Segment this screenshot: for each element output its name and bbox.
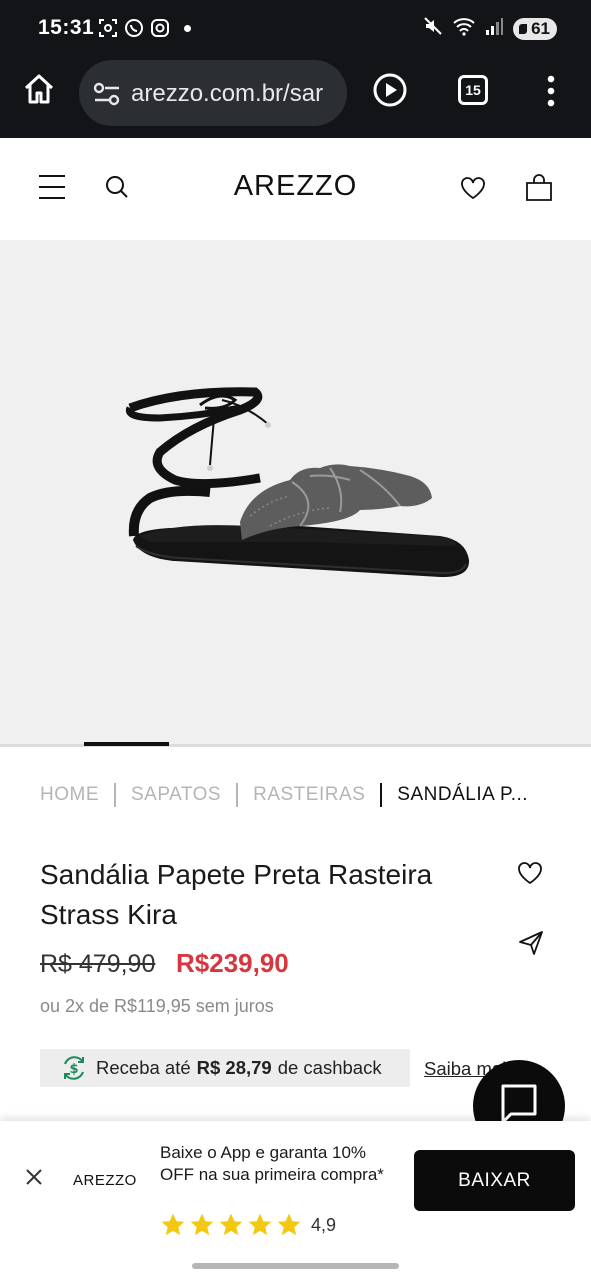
- play-icon[interactable]: [373, 73, 407, 107]
- status-time: 15:31: [38, 16, 95, 39]
- star-icon: [161, 1213, 185, 1236]
- svg-text:$: $: [69, 1062, 78, 1077]
- url-text: arezzo.com.br/sar: [131, 80, 324, 107]
- app-rating: 4,9: [160, 1212, 336, 1238]
- star-icon: [248, 1213, 272, 1236]
- signal-icon: [485, 16, 504, 41]
- browser-toolbar: arezzo.com.br/sar 15: [0, 56, 591, 138]
- breadcrumb-current: SANDÁLIA P...: [397, 784, 529, 805]
- site-logo[interactable]: AREZZO: [0, 170, 591, 203]
- cashback-icon: $: [60, 1054, 88, 1082]
- installments-text: ou 2x de R$119,95 sem juros: [40, 996, 274, 1016]
- carousel-progress-indicator: [84, 742, 169, 746]
- favorite-icon[interactable]: [517, 861, 543, 885]
- cashback-banner: $ Receba até R$ 28,79 de cashback: [40, 1049, 410, 1087]
- breadcrumb-separator: [380, 783, 383, 807]
- breadcrumb-sapatos[interactable]: SAPATOS: [131, 784, 221, 806]
- breadcrumb-rasteiras[interactable]: RASTEIRAS: [253, 784, 365, 806]
- notification-icons: [98, 18, 170, 38]
- sandal-image: [125, 387, 470, 578]
- wishlist-icon[interactable]: [460, 176, 486, 200]
- shopping-bag-icon[interactable]: [525, 174, 553, 202]
- screenshot-icon: [98, 18, 118, 38]
- browser-menu-icon[interactable]: [544, 74, 558, 108]
- tab-switcher-button[interactable]: 15: [458, 75, 488, 105]
- star-icon: [190, 1213, 214, 1236]
- banner-promo-text: Baixe o App e garanta 10% OFF na sua pri…: [160, 1143, 384, 1184]
- product-image[interactable]: [0, 240, 591, 744]
- sale-price: R$239,90: [176, 948, 289, 978]
- product-title: Sandália Papete Preta Rasteira Strass Ki…: [40, 859, 433, 930]
- close-icon[interactable]: [24, 1167, 44, 1187]
- breadcrumb: HOME SAPATOS RASTEIRAS SANDÁLIA P...: [40, 783, 528, 807]
- original-price: R$ 479,90: [40, 950, 156, 978]
- breadcrumb-home[interactable]: HOME: [40, 784, 99, 806]
- tab-count: 15: [465, 82, 481, 98]
- battery-indicator: 61: [513, 17, 557, 40]
- app-download-banner: AREZZO Baixe o App e garanta 10% OFF na …: [0, 1121, 591, 1280]
- cashback-amount: R$ 28,79: [196, 1057, 272, 1078]
- home-icon[interactable]: [22, 72, 56, 106]
- star-icon: [219, 1213, 243, 1236]
- cashback-suffix: de cashback: [277, 1057, 382, 1078]
- whatsapp-icon: [124, 18, 144, 38]
- site-header: AREZZO: [0, 138, 591, 240]
- instagram-icon: [150, 18, 170, 38]
- cashback-prefix: Receba até: [96, 1057, 191, 1078]
- breadcrumb-separator: [114, 783, 116, 807]
- site-settings-icon[interactable]: [93, 82, 121, 111]
- download-app-button[interactable]: BAIXAR: [414, 1150, 575, 1211]
- share-icon[interactable]: [518, 930, 544, 956]
- gesture-bar: [192, 1263, 399, 1269]
- status-bar: 15:31 61: [0, 0, 591, 56]
- rating-value: 4,9: [311, 1214, 337, 1235]
- wifi-icon: [453, 16, 475, 41]
- banner-app-logo: AREZZO: [73, 1172, 137, 1189]
- notification-dot: [184, 25, 191, 32]
- star-icon: [277, 1213, 301, 1236]
- system-icons: 61: [423, 16, 557, 41]
- address-bar[interactable]: arezzo.com.br/sar: [79, 60, 347, 126]
- breadcrumb-separator: [236, 783, 239, 807]
- mute-icon: [423, 16, 443, 41]
